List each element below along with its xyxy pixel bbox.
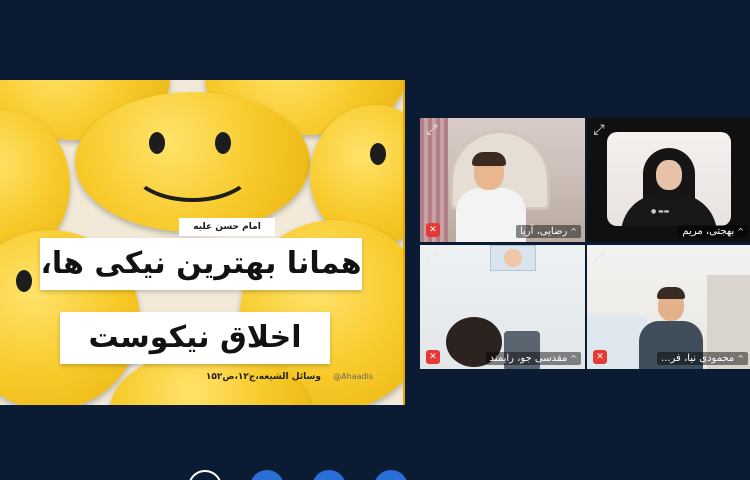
shared-screen: امام حسن علیه السلام همانا بهترین نیکی ه… (0, 80, 405, 405)
video-tile[interactable]: ⤢ ✕ ^مقدسی جو، رایمند (420, 245, 585, 369)
mic-muted-icon: ✕ (426, 350, 440, 364)
participant-name[interactable]: ^رضایی، آریا (515, 225, 581, 238)
participant-name[interactable]: ^بهجتی، مریم (678, 225, 748, 238)
mic-muted-icon: ✕ (426, 223, 440, 237)
quote-source: وسائل الشیعه،ج۱۲،ص۱۵۲ (205, 372, 321, 382)
participant-name-text: رضایی، آریا (519, 226, 568, 237)
toolbar-button[interactable] (250, 470, 284, 480)
quote-attribution: امام حسن علیه السلام (179, 218, 275, 250)
participant-name[interactable]: ^مقدسی جو، رایمند (485, 352, 581, 365)
participant-video: ● ▬▬ (607, 132, 731, 226)
video-background (504, 249, 522, 267)
chevron-up-icon: ^ (737, 354, 744, 363)
mic-muted-icon: ✕ (593, 350, 607, 364)
toolbar-button[interactable] (374, 470, 408, 480)
video-tile[interactable]: ⤢ ✕ ^رضایی، آریا (420, 118, 585, 242)
quote-handle: @Ahaadis (333, 372, 373, 381)
participant-video (656, 160, 682, 190)
smiley-image (75, 92, 310, 232)
chevron-up-icon: ^ (737, 227, 744, 236)
participant-name-text: محمودی نیا، فر... (660, 353, 735, 364)
participant-name-text: مقدسی جو، رایمند (489, 353, 568, 364)
expand-icon[interactable]: ⤢ (424, 122, 440, 138)
meeting-screen: { "shared_content": { "attribution": "ام… (0, 0, 750, 480)
expand-icon[interactable]: ⤢ (591, 249, 607, 265)
participant-video (657, 287, 685, 299)
participant-video (472, 152, 506, 166)
chevron-up-icon: ^ (570, 354, 577, 363)
expand-icon[interactable]: ⤢ (591, 122, 607, 138)
video-tile[interactable]: ⤢ ✕ ^محمودی نیا، فر... (587, 245, 750, 369)
quote-line-1: همانا بهترین نیکی ها، (40, 238, 362, 290)
mic-on-icon: ● ▬▬ (651, 208, 670, 215)
toolbar-button[interactable] (312, 470, 346, 480)
expand-icon[interactable]: ⤢ (424, 249, 440, 265)
video-tile[interactable]: ● ▬▬ ⤢ ^بهجتی، مریم (587, 118, 750, 242)
chevron-up-icon: ^ (570, 227, 577, 236)
participant-name-text: بهجتی، مریم (682, 226, 735, 237)
quote-line-2: اخلاق نیکوست (60, 312, 330, 364)
participant-name[interactable]: ^محمودی نیا، فر... (656, 352, 748, 365)
toolbar-button[interactable] (188, 470, 222, 480)
